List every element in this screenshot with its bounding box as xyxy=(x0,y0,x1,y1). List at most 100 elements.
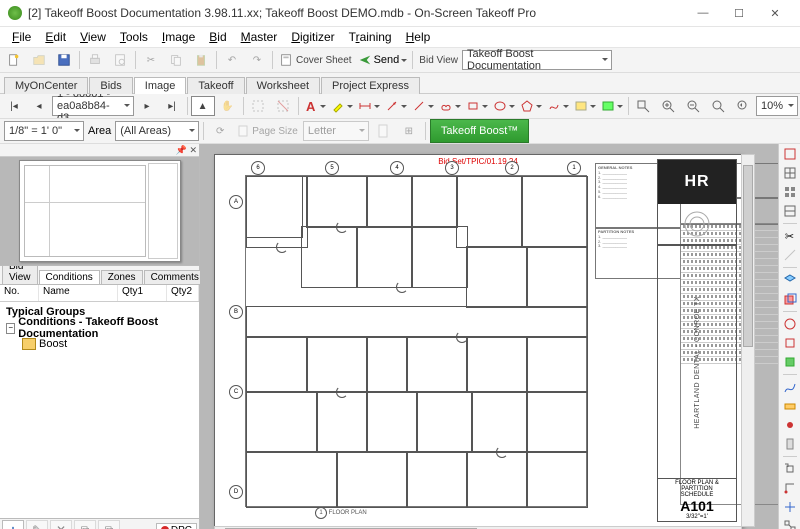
polygon-tool[interactable] xyxy=(518,96,544,116)
orientation-portrait[interactable] xyxy=(371,121,395,141)
tool-k[interactable] xyxy=(782,518,798,529)
thumbnail-area[interactable] xyxy=(0,157,199,266)
tab-project-express[interactable]: Project Express xyxy=(321,77,420,94)
zoom-out-button[interactable] xyxy=(681,96,705,116)
tool-i[interactable] xyxy=(782,480,798,496)
left-tab-conditions[interactable]: Conditions xyxy=(39,270,100,284)
menu-file[interactable]: File xyxy=(6,29,37,45)
send-button[interactable]: Send xyxy=(356,50,410,70)
zoom-combo[interactable]: 10% xyxy=(756,96,798,116)
dpc-button[interactable]: DPC xyxy=(156,523,197,529)
copy-condition-button[interactable]: ⧉ xyxy=(98,520,120,529)
redo-button[interactable]: ↷ xyxy=(245,50,269,70)
vertical-scrollbar[interactable] xyxy=(741,154,755,527)
cut-tool[interactable]: ✂ xyxy=(782,228,798,244)
cloud-tool[interactable] xyxy=(437,96,463,116)
tab-takeoff[interactable]: Takeoff xyxy=(187,77,244,94)
view-fit-button[interactable] xyxy=(782,146,798,162)
page-combo[interactable]: 1 - 00001 - ea0a8b84-d3 xyxy=(52,96,134,116)
save-button[interactable] xyxy=(52,50,76,70)
add-condition-button[interactable]: + xyxy=(2,520,24,529)
zoom-extents-button[interactable] xyxy=(706,96,730,116)
takeoff-boost-button[interactable]: Takeoff Boost™ xyxy=(430,119,529,143)
tool-j[interactable] xyxy=(782,499,798,515)
tree-conditions-root[interactable]: −Conditions - Takeoff Boost Documentatio… xyxy=(0,320,199,336)
col-qty2[interactable]: Qty2 xyxy=(167,285,199,301)
deselect-tool[interactable] xyxy=(271,96,295,116)
edit-condition-button[interactable]: ✎ xyxy=(26,520,48,529)
tool-a[interactable] xyxy=(782,316,798,332)
menu-image[interactable]: Image xyxy=(156,29,201,45)
left-tab-comments[interactable]: Comments xyxy=(144,270,206,284)
layer-button[interactable] xyxy=(782,272,798,288)
zoom-window-button[interactable] xyxy=(631,96,655,116)
copy-button[interactable] xyxy=(164,50,188,70)
tool-f[interactable] xyxy=(782,417,798,433)
page-size-button[interactable]: Page Size xyxy=(234,121,301,141)
hotlink-tool[interactable] xyxy=(599,96,625,116)
open-button[interactable] xyxy=(27,50,51,70)
measure-tool[interactable] xyxy=(782,247,798,263)
menu-help[interactable]: Help xyxy=(400,29,437,45)
left-tab-zones[interactable]: Zones xyxy=(101,270,143,284)
prev-page-button[interactable]: ◂ xyxy=(27,96,51,116)
orientation-landscape[interactable]: ⊞ xyxy=(397,121,421,141)
menu-training[interactable]: Training xyxy=(343,29,398,45)
col-qty1[interactable]: Qty1 xyxy=(118,285,167,301)
menu-view[interactable]: View xyxy=(74,29,112,45)
named-view-tool[interactable] xyxy=(572,96,598,116)
view-split-button[interactable] xyxy=(782,203,798,219)
cover-sheet-button[interactable]: Cover Sheet xyxy=(276,50,355,70)
print-button[interactable] xyxy=(83,50,107,70)
cut-button[interactable]: ✂ xyxy=(139,50,163,70)
line-tool[interactable] xyxy=(410,96,436,116)
tool-g[interactable] xyxy=(782,436,798,452)
dimension-tool[interactable] xyxy=(356,96,382,116)
bid-combo[interactable]: Takeoff Boost Documentation xyxy=(462,50,612,70)
tab-bids[interactable]: Bids xyxy=(89,77,132,94)
tool-e[interactable] xyxy=(782,398,798,414)
close-button[interactable]: ✕ xyxy=(758,3,792,23)
tab-image[interactable]: Image xyxy=(134,77,187,94)
tool-h[interactable] xyxy=(782,461,798,477)
print-preview-button[interactable] xyxy=(108,50,132,70)
area-combo[interactable]: (All Areas) xyxy=(115,121,199,141)
text-annotation-tool[interactable]: A xyxy=(302,96,328,116)
minimize-button[interactable]: — xyxy=(686,3,720,23)
drawing-viewport[interactable]: Bid Set/TPIC/01.19.24 6 5 4 3 2 1 A B C … xyxy=(200,144,778,529)
tab-myoncenter[interactable]: MyOnCenter xyxy=(4,77,88,94)
overlay-button[interactable] xyxy=(782,291,798,307)
menu-bid[interactable]: Bid xyxy=(203,29,232,45)
ellipse-tool[interactable] xyxy=(491,96,517,116)
col-no[interactable]: No. xyxy=(0,285,39,301)
menu-master[interactable]: Master xyxy=(235,29,284,45)
pin-icon[interactable]: 📌 ✕ xyxy=(176,145,197,156)
menu-edit[interactable]: Edit xyxy=(39,29,72,45)
tool-c[interactable] xyxy=(782,354,798,370)
rectangle-tool[interactable] xyxy=(464,96,490,116)
menu-digitizer[interactable]: Digitizer xyxy=(285,29,340,45)
paste-button[interactable] xyxy=(189,50,213,70)
tool-b[interactable] xyxy=(782,335,798,351)
view-grid-button[interactable] xyxy=(782,165,798,181)
duplicate-condition-button[interactable]: ⧉ xyxy=(74,520,96,529)
tool-d[interactable] xyxy=(782,379,798,395)
tab-worksheet[interactable]: Worksheet xyxy=(246,77,320,94)
arrow-tool[interactable] xyxy=(383,96,409,116)
rotate-button[interactable]: ⟳ xyxy=(208,121,232,141)
zoom-in-button[interactable] xyxy=(656,96,680,116)
freehand-tool[interactable] xyxy=(545,96,571,116)
highlighter-tool[interactable] xyxy=(329,96,355,116)
col-name[interactable]: Name xyxy=(39,285,118,301)
select-rect-tool[interactable] xyxy=(246,96,270,116)
pan-tool[interactable]: ✋ xyxy=(216,96,240,116)
pointer-tool[interactable]: ▲ xyxy=(191,96,215,116)
zoom-previous-button[interactable] xyxy=(731,96,755,116)
delete-condition-button[interactable]: ✕ xyxy=(50,520,72,529)
first-page-button[interactable]: |◂ xyxy=(2,96,26,116)
last-page-button[interactable]: ▸| xyxy=(160,96,184,116)
new-button[interactable] xyxy=(2,50,26,70)
view-thumbs-button[interactable] xyxy=(782,184,798,200)
maximize-button[interactable]: ☐ xyxy=(722,3,756,23)
undo-button[interactable]: ↶ xyxy=(220,50,244,70)
